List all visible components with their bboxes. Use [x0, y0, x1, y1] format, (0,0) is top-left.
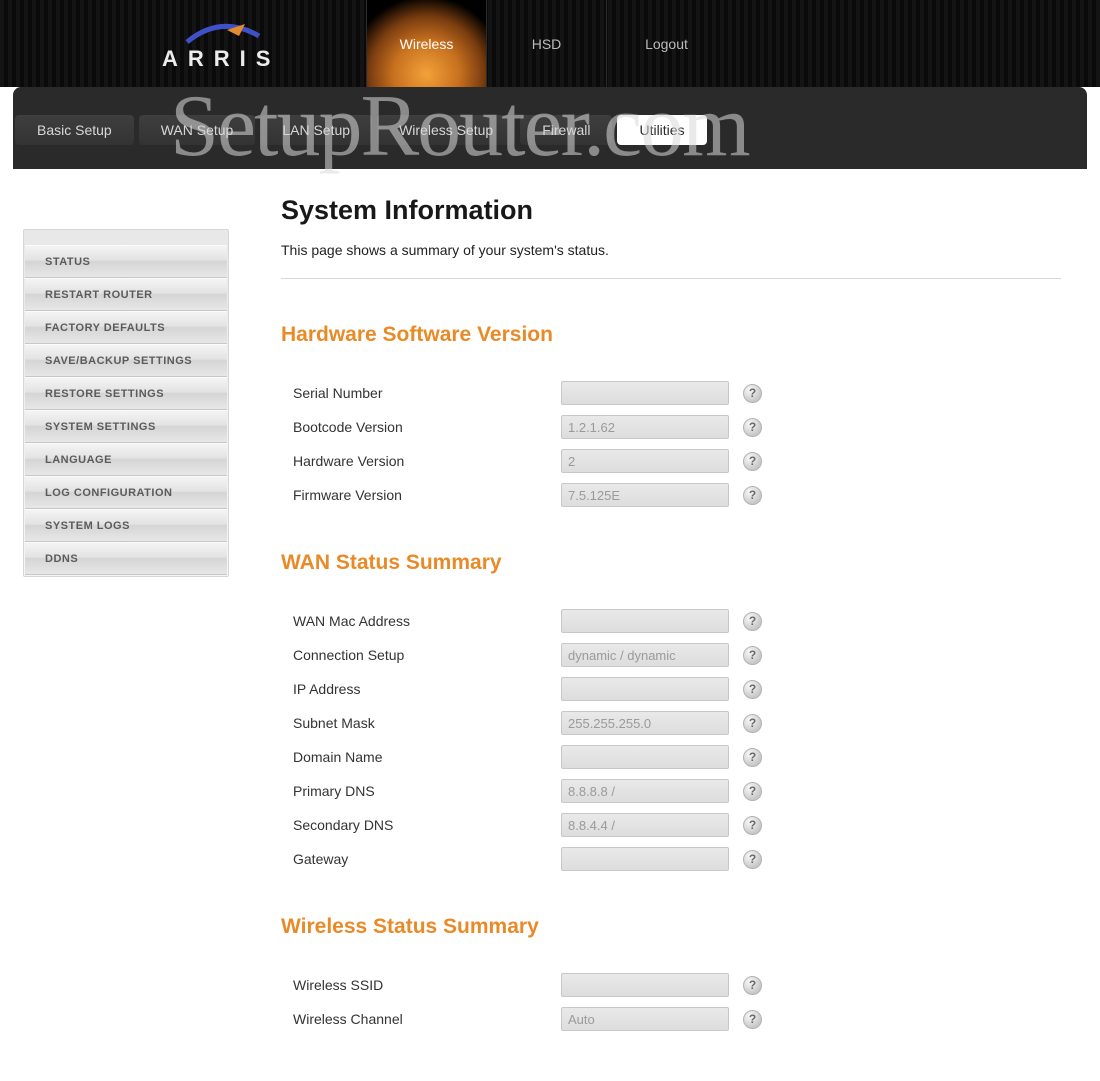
help-icon[interactable]: ? [743, 452, 762, 471]
help-icon[interactable]: ? [743, 714, 762, 733]
help-icon[interactable]: ? [743, 384, 762, 403]
info-value [561, 381, 729, 405]
side-menu-item[interactable]: RESTORE SETTINGS [25, 377, 227, 410]
info-row: Connection Setupdynamic / dynamic? [281, 643, 1061, 667]
info-value [561, 847, 729, 871]
side-menu-item[interactable]: LOG CONFIGURATION [25, 476, 227, 509]
info-row: Secondary DNS8.8.4.4 /? [281, 813, 1061, 837]
info-label: Subnet Mask [281, 715, 561, 731]
primary-nav-item[interactable]: Logout [606, 0, 726, 87]
form-block-hw: Serial Number?Bootcode Version1.2.1.62?H… [281, 381, 1061, 507]
section-heading-wifi: Wireless Status Summary [281, 915, 1061, 939]
help-icon[interactable]: ? [743, 816, 762, 835]
form-block-wifi: Wireless SSID?Wireless ChannelAuto? [281, 973, 1061, 1031]
brand-logo: ARRIS [162, 22, 280, 72]
brand-word: ARRIS [162, 46, 280, 72]
page-description: This page shows a summary of your system… [281, 242, 1061, 279]
help-icon[interactable]: ? [743, 418, 762, 437]
secondary-nav-band: Basic SetupWAN SetupLAN SetupWireless Se… [13, 87, 1087, 169]
secondary-tab[interactable]: Utilities [617, 115, 706, 145]
side-menu-item[interactable]: DDNS [25, 542, 227, 575]
info-value: 255.255.255.0 [561, 711, 729, 735]
section-heading-hw: Hardware Software Version [281, 323, 1061, 347]
info-row: Subnet Mask255.255.255.0? [281, 711, 1061, 735]
info-label: Domain Name [281, 749, 561, 765]
info-row: Domain Name? [281, 745, 1061, 769]
help-icon[interactable]: ? [743, 612, 762, 631]
info-row: WAN Mac Address? [281, 609, 1061, 633]
side-menu-item[interactable]: FACTORY DEFAULTS [25, 311, 227, 344]
info-label: Hardware Version [281, 453, 561, 469]
info-value: 8.8.8.8 / [561, 779, 729, 803]
help-icon[interactable]: ? [743, 1010, 762, 1029]
page-title: System Information [281, 195, 1061, 226]
side-menu: STATUSRESTART ROUTERFACTORY DEFAULTSSAVE… [23, 229, 229, 577]
help-icon[interactable]: ? [743, 976, 762, 995]
help-icon[interactable]: ? [743, 486, 762, 505]
info-label: Serial Number [281, 385, 561, 401]
secondary-tab[interactable]: Wireless Setup [377, 115, 515, 145]
topbar: ARRIS WirelessHSDLogout [0, 0, 1100, 87]
info-value: 7.5.125E [561, 483, 729, 507]
secondary-tab[interactable]: Basic Setup [15, 115, 134, 145]
info-row: Gateway? [281, 847, 1061, 871]
secondary-tab[interactable]: LAN Setup [260, 115, 372, 145]
info-value: 8.8.4.4 / [561, 813, 729, 837]
info-label: Wireless SSID [281, 977, 561, 993]
info-label: IP Address [281, 681, 561, 697]
help-icon[interactable]: ? [743, 782, 762, 801]
primary-nav-item[interactable]: Wireless [366, 0, 486, 87]
section-heading-wan: WAN Status Summary [281, 551, 1061, 575]
info-label: Firmware Version [281, 487, 561, 503]
side-menu-item[interactable]: LANGUAGE [25, 443, 227, 476]
info-row: Wireless ChannelAuto? [281, 1007, 1061, 1031]
info-row: IP Address? [281, 677, 1061, 701]
info-value [561, 745, 729, 769]
info-value [561, 973, 729, 997]
side-menu-pad [25, 231, 227, 245]
form-block-wan: WAN Mac Address?Connection Setupdynamic … [281, 609, 1061, 871]
info-value [561, 677, 729, 701]
info-row: Primary DNS8.8.8.8 /? [281, 779, 1061, 803]
info-row: Bootcode Version1.2.1.62? [281, 415, 1061, 439]
info-row: Serial Number? [281, 381, 1061, 405]
info-value: dynamic / dynamic [561, 643, 729, 667]
help-icon[interactable]: ? [743, 850, 762, 869]
help-icon[interactable]: ? [743, 680, 762, 699]
side-menu-item[interactable]: SAVE/BACKUP SETTINGS [25, 344, 227, 377]
info-label: Secondary DNS [281, 817, 561, 833]
primary-nav-item[interactable]: HSD [486, 0, 606, 87]
secondary-tab[interactable]: WAN Setup [139, 115, 256, 145]
side-menu-item[interactable]: RESTART ROUTER [25, 278, 227, 311]
help-icon[interactable]: ? [743, 646, 762, 665]
side-menu-item[interactable]: SYSTEM SETTINGS [25, 410, 227, 443]
info-label: Connection Setup [281, 647, 561, 663]
info-row: Hardware Version2? [281, 449, 1061, 473]
info-label: Gateway [281, 851, 561, 867]
info-value: 2 [561, 449, 729, 473]
info-label: Wireless Channel [281, 1011, 561, 1027]
side-menu-item[interactable]: SYSTEM LOGS [25, 509, 227, 542]
side-menu-item[interactable]: STATUS [25, 245, 227, 278]
secondary-tab[interactable]: Firewall [520, 115, 612, 145]
info-value: Auto [561, 1007, 729, 1031]
help-icon[interactable]: ? [743, 748, 762, 767]
primary-nav: WirelessHSDLogout [366, 0, 726, 87]
info-value: 1.2.1.62 [561, 415, 729, 439]
info-label: Bootcode Version [281, 419, 561, 435]
arris-swoosh-icon [181, 22, 261, 46]
info-label: WAN Mac Address [281, 613, 561, 629]
main-panel: STATUSRESTART ROUTERFACTORY DEFAULTSSAVE… [13, 169, 1087, 1081]
info-label: Primary DNS [281, 783, 561, 799]
info-row: Wireless SSID? [281, 973, 1061, 997]
info-value [561, 609, 729, 633]
info-row: Firmware Version7.5.125E? [281, 483, 1061, 507]
secondary-nav: Basic SetupWAN SetupLAN SetupWireless Se… [13, 115, 1087, 145]
